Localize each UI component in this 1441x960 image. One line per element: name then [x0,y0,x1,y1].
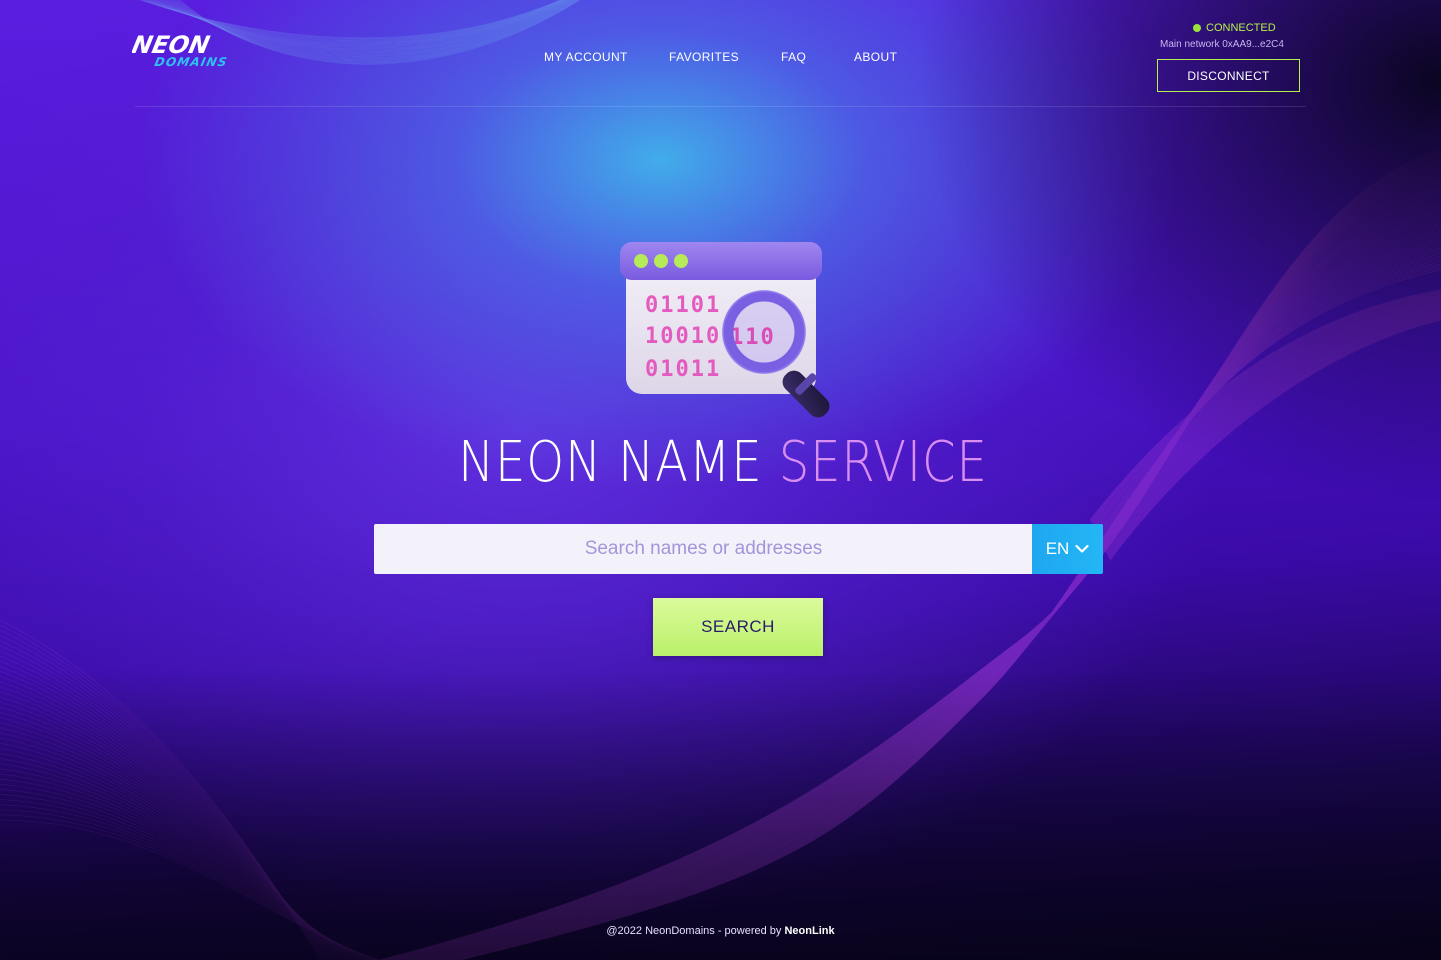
binary-line: 01011 [645,357,721,382]
title-part-service: SERVICE [778,430,988,495]
language-select-value: EN [1045,539,1070,558]
connection-status: CONNECTED [1193,22,1276,34]
page-title: NEON NAME SERVICE [103,430,1342,495]
disconnect-button[interactable]: DISCONNECT [1157,59,1300,92]
language-select[interactable]: EN [1032,524,1103,574]
binary-search-illustration: 01101 10010 01011 110 [620,242,830,418]
nav-favorites[interactable]: FAVORITES [669,50,739,64]
header-divider [135,106,1306,107]
nav-my-account[interactable]: MY ACCOUNT [544,50,628,64]
window-dot-icon [654,254,668,268]
footer-copyright: @2022 NeonDomains - powered by [606,925,785,937]
nav-faq[interactable]: FAQ [781,50,806,64]
status-dot-icon [1193,24,1201,32]
binary-line: 01101 [645,293,721,318]
binary-line: 10010 [645,324,721,349]
search-button[interactable]: SEARCH [653,598,823,656]
footer-brand-link[interactable]: NeonLink [784,925,834,937]
connection-status-label: CONNECTED [1206,22,1276,34]
network-address: Main network 0xAA9...e2C4 [1160,39,1284,50]
search-input[interactable] [374,524,1033,574]
chevron-down-icon [1075,544,1089,553]
footer: @2022 NeonDomains - powered by NeonLink [0,925,1441,937]
title-part-neon-name: NEON NAME [458,430,779,495]
nav-about[interactable]: ABOUT [854,50,897,64]
window-dot-icon [674,254,688,268]
window-dot-icon [634,254,648,268]
